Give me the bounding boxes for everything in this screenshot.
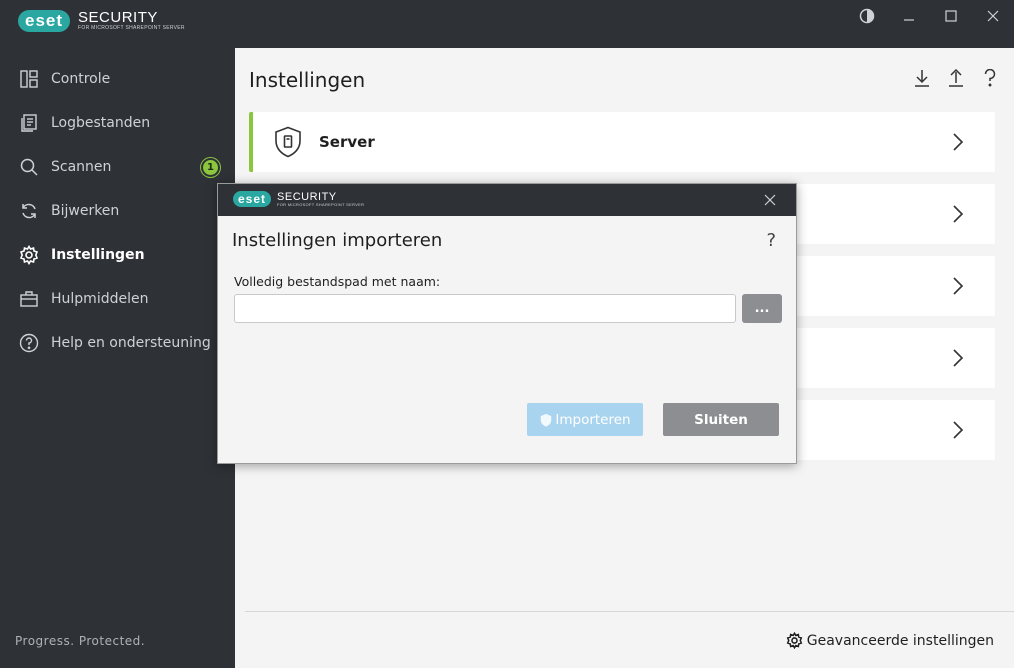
import-button-label: Importeren (555, 411, 631, 428)
eset-logo: eset SECURITY FOR MICROSOFT SHAREPOINT S… (233, 191, 364, 207)
chevron-right-icon (953, 277, 964, 295)
log-files-icon (19, 113, 39, 133)
settings-card-server[interactable]: Server (249, 112, 995, 172)
refresh-icon (19, 201, 39, 221)
title-bar: eset SECURITY FOR MICROSOFT SHAREPOINT S… (0, 0, 1014, 48)
sidebar-item-controle[interactable]: Controle (0, 57, 235, 101)
close-button[interactable]: Sluiten (663, 403, 779, 436)
import-button[interactable]: Importeren (527, 403, 643, 436)
file-path-input[interactable] (234, 294, 736, 323)
server-shield-icon (273, 125, 303, 159)
dialog-title: Instellingen importeren (232, 230, 443, 251)
chevron-right-icon (953, 421, 964, 439)
notification-badge: 1 (203, 159, 218, 175)
close-icon[interactable] (972, 0, 1014, 32)
gear-icon (19, 245, 39, 265)
brand-sub: FOR MICROSOFT SHAREPOINT SERVER (277, 201, 365, 207)
footer-divider (245, 611, 1014, 612)
sidebar-item-help[interactable]: Help en ondersteuning (0, 321, 235, 365)
brand-badge: eset (18, 10, 71, 32)
export-icon[interactable] (946, 68, 966, 88)
toolbox-icon (19, 289, 39, 309)
sidebar-item-logbestanden[interactable]: Logbestanden (0, 101, 235, 145)
chevron-right-icon (953, 205, 964, 223)
minimize-icon[interactable] (888, 0, 930, 32)
chevron-right-icon (953, 133, 964, 151)
eset-logo: eset SECURITY FOR MICROSOFT SHAREPOINT S… (18, 10, 185, 32)
help-icon[interactable]: ? (766, 230, 776, 251)
sidebar-item-label: Instellingen (51, 247, 145, 263)
tagline: Progress. Protected. (15, 634, 146, 648)
sidebar-item-label: Hulpmiddelen (51, 291, 149, 307)
card-label: Server (319, 133, 375, 151)
sidebar-item-scannen[interactable]: Scannen 1 (0, 145, 235, 189)
gear-icon (786, 632, 803, 649)
search-icon (19, 157, 39, 177)
sidebar: Controle Logbestanden Scannen 1 Bijwerke… (0, 48, 235, 668)
dashboard-icon (19, 69, 39, 89)
brand-sub: FOR MICROSOFT SHAREPOINT SERVER (78, 25, 185, 31)
brand-badge: eset (233, 191, 272, 207)
maximize-icon[interactable] (930, 0, 972, 32)
file-path-label: Volledig bestandspad met naam: (234, 274, 441, 289)
shield-icon (541, 413, 552, 427)
advanced-settings-label: Geavanceerde instellingen (806, 632, 994, 649)
brand-name: SECURITY (78, 9, 158, 26)
sidebar-item-label: Controle (51, 71, 111, 87)
sidebar-item-label: Scannen (51, 159, 112, 175)
sidebar-item-label: Help en ondersteuning (51, 335, 211, 351)
import-settings-dialog: eset SECURITY FOR MICROSOFT SHAREPOINT S… (217, 183, 797, 464)
chevron-right-icon (953, 349, 964, 367)
brand-name: SECURITY (277, 190, 337, 203)
sidebar-item-label: Logbestanden (51, 115, 151, 131)
import-icon[interactable] (912, 68, 932, 88)
advanced-settings-link[interactable]: Geavanceerde instellingen (786, 632, 994, 649)
sidebar-item-hulpmiddelen[interactable]: Hulpmiddelen (0, 277, 235, 321)
close-icon[interactable] (764, 191, 776, 210)
help-icon (19, 333, 39, 353)
contrast-icon[interactable] (846, 0, 888, 32)
sidebar-item-label: Bijwerken (51, 203, 120, 219)
dialog-title-bar: eset SECURITY FOR MICROSOFT SHAREPOINT S… (218, 184, 796, 216)
browse-button[interactable]: ... (742, 294, 782, 323)
page-title: Instellingen (249, 68, 366, 92)
sidebar-item-instellingen[interactable]: Instellingen (0, 233, 235, 277)
sidebar-item-bijwerken[interactable]: Bijwerken (0, 189, 235, 233)
help-icon[interactable] (980, 68, 1000, 88)
